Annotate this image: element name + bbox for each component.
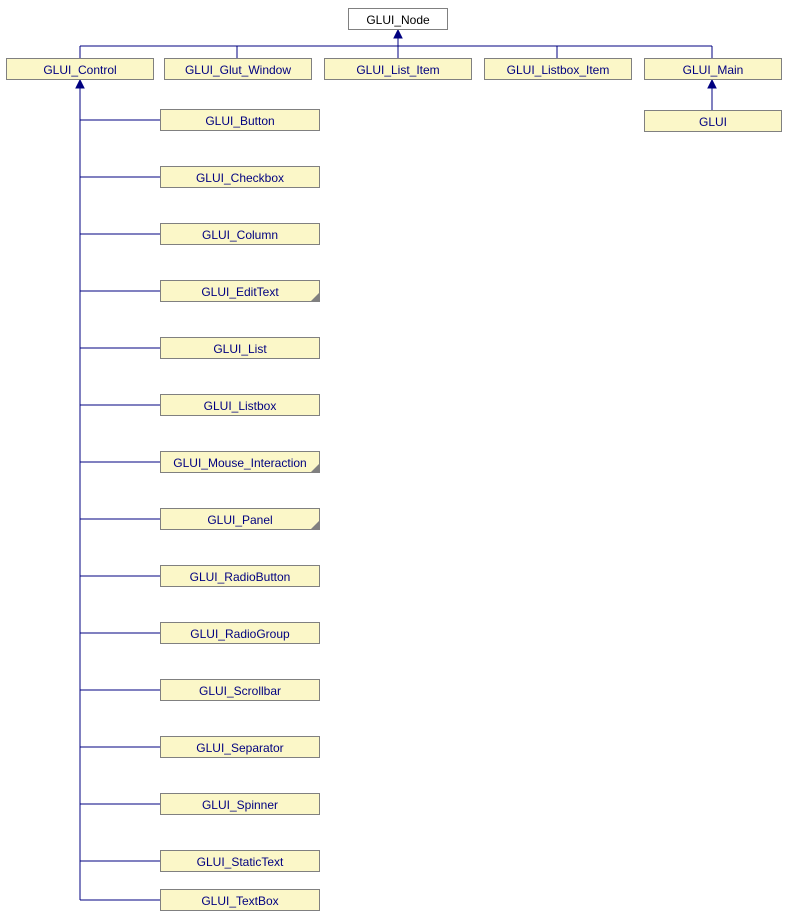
class-node-glui-spinner[interactable]: GLUI_Spinner [160,793,320,815]
class-hierarchy-diagram: GLUI_Node GLUI_Control GLUI_Glut_Window … [0,0,790,920]
class-node-glui-radiobutton[interactable]: GLUI_RadioButton [160,565,320,587]
connector-lines [0,0,790,920]
class-node-glui-scrollbar[interactable]: GLUI_Scrollbar [160,679,320,701]
arrowhead-icon [76,80,84,88]
class-node-glui-node[interactable]: GLUI_Node [348,8,448,30]
class-node-glui-checkbox[interactable]: GLUI_Checkbox [160,166,320,188]
arrowhead-icon [394,30,402,38]
class-node-glui-listbox[interactable]: GLUI_Listbox [160,394,320,416]
class-node-glui-statictext[interactable]: GLUI_StaticText [160,850,320,872]
class-node-glui[interactable]: GLUI [644,110,782,132]
class-node-glui-list-item[interactable]: GLUI_List_Item [324,58,472,80]
class-node-glui-textbox[interactable]: GLUI_TextBox [160,889,320,911]
class-node-glui-main[interactable]: GLUI_Main [644,58,782,80]
class-node-glui-button[interactable]: GLUI_Button [160,109,320,131]
class-node-glui-listbox-item[interactable]: GLUI_Listbox_Item [484,58,632,80]
class-node-glui-mouse-interaction[interactable]: GLUI_Mouse_Interaction [160,451,320,473]
arrowhead-icon [708,80,716,88]
class-node-glui-glut-window[interactable]: GLUI_Glut_Window [164,58,312,80]
class-node-glui-column[interactable]: GLUI_Column [160,223,320,245]
class-node-glui-control[interactable]: GLUI_Control [6,58,154,80]
class-node-glui-panel[interactable]: GLUI_Panel [160,508,320,530]
class-node-glui-list[interactable]: GLUI_List [160,337,320,359]
class-node-glui-radiogroup[interactable]: GLUI_RadioGroup [160,622,320,644]
class-node-glui-edittext[interactable]: GLUI_EditText [160,280,320,302]
class-node-glui-separator[interactable]: GLUI_Separator [160,736,320,758]
